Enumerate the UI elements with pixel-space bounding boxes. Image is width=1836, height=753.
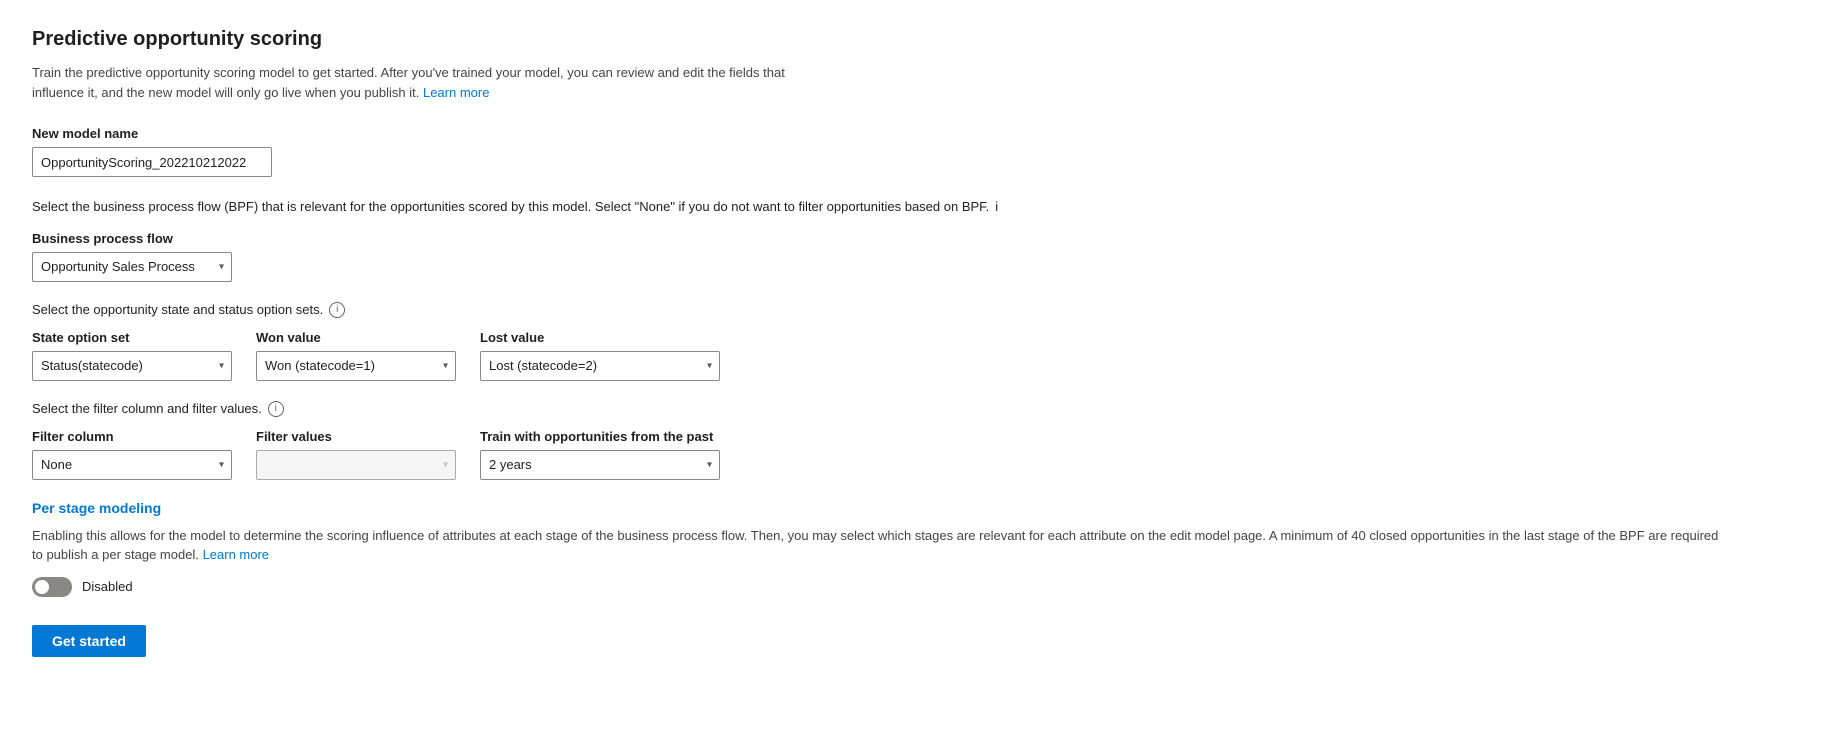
bpf-info-icon: i	[995, 197, 998, 217]
bpf-label: Business process flow	[32, 231, 1804, 246]
model-name-input[interactable]	[32, 147, 272, 177]
won-value-label: Won value	[256, 330, 456, 345]
get-started-button[interactable]: Get started	[32, 625, 146, 657]
per-stage-heading: Per stage modeling	[32, 500, 1804, 516]
state-option-set-label: State option set	[32, 330, 232, 345]
lost-value-select[interactable]: Lost (statecode=2)	[480, 351, 720, 381]
state-row: State option set Status(statecode) ▾ Won…	[32, 330, 1804, 381]
page-description: Train the predictive opportunity scoring…	[32, 63, 792, 102]
train-opportunities-select[interactable]: 1 year 2 years 3 years 4 years 5 years	[480, 450, 720, 480]
model-name-section: New model name	[32, 126, 1804, 177]
filter-val-select-wrapper: ▾	[256, 450, 456, 480]
filter-column-label: Filter column	[32, 429, 232, 444]
learn-more-link[interactable]: Learn more	[423, 85, 489, 100]
filter-row: Filter column None ▾ Filter values ▾	[32, 429, 1804, 480]
toggle-row: Disabled	[32, 577, 1804, 597]
train-opportunities-group: Train with opportunities from the past 1…	[480, 429, 720, 480]
filter-values-group: Filter values ▾	[256, 429, 456, 480]
filter-section: Select the filter column and filter valu…	[32, 401, 1804, 480]
bpf-select[interactable]: Opportunity Sales Process None	[32, 252, 232, 282]
lost-value-label: Lost value	[480, 330, 720, 345]
toggle-track	[32, 577, 72, 597]
state-info-icon: i	[329, 302, 345, 318]
per-stage-toggle[interactable]	[32, 577, 72, 597]
bpf-note: Select the business process flow (BPF) t…	[32, 197, 1032, 217]
state-heading: Select the opportunity state and status …	[32, 302, 1804, 318]
state-option-set-select[interactable]: Status(statecode)	[32, 351, 232, 381]
model-name-label: New model name	[32, 126, 1804, 141]
train-select-wrapper: 1 year 2 years 3 years 4 years 5 years ▾	[480, 450, 720, 480]
per-stage-learn-more-link[interactable]: Learn more	[203, 547, 269, 562]
per-stage-section: Per stage modeling Enabling this allows …	[32, 500, 1804, 597]
lost-select-wrapper: Lost (statecode=2) ▾	[480, 351, 720, 381]
bpf-select-wrapper: Opportunity Sales Process None ▾	[32, 252, 232, 282]
filter-heading: Select the filter column and filter valu…	[32, 401, 1804, 417]
state-section: Select the opportunity state and status …	[32, 302, 1804, 381]
page-title: Predictive opportunity scoring	[32, 28, 1804, 51]
toggle-thumb	[35, 580, 49, 594]
filter-col-select-wrapper: None ▾	[32, 450, 232, 480]
filter-values-select[interactable]	[256, 450, 456, 480]
train-opportunities-label: Train with opportunities from the past	[480, 429, 720, 444]
won-select-wrapper: Won (statecode=1) ▾	[256, 351, 456, 381]
bpf-section: Business process flow Opportunity Sales …	[32, 231, 1804, 282]
won-value-select[interactable]: Won (statecode=1)	[256, 351, 456, 381]
per-stage-description: Enabling this allows for the model to de…	[32, 526, 1732, 565]
lost-value-group: Lost value Lost (statecode=2) ▾	[480, 330, 720, 381]
filter-values-label: Filter values	[256, 429, 456, 444]
state-select-wrapper: Status(statecode) ▾	[32, 351, 232, 381]
page-container: Predictive opportunity scoring Train the…	[0, 0, 1836, 685]
filter-info-icon: i	[268, 401, 284, 417]
state-option-set-group: State option set Status(statecode) ▾	[32, 330, 232, 381]
filter-column-group: Filter column None ▾	[32, 429, 232, 480]
won-value-group: Won value Won (statecode=1) ▾	[256, 330, 456, 381]
filter-column-select[interactable]: None	[32, 450, 232, 480]
toggle-label: Disabled	[82, 579, 133, 594]
